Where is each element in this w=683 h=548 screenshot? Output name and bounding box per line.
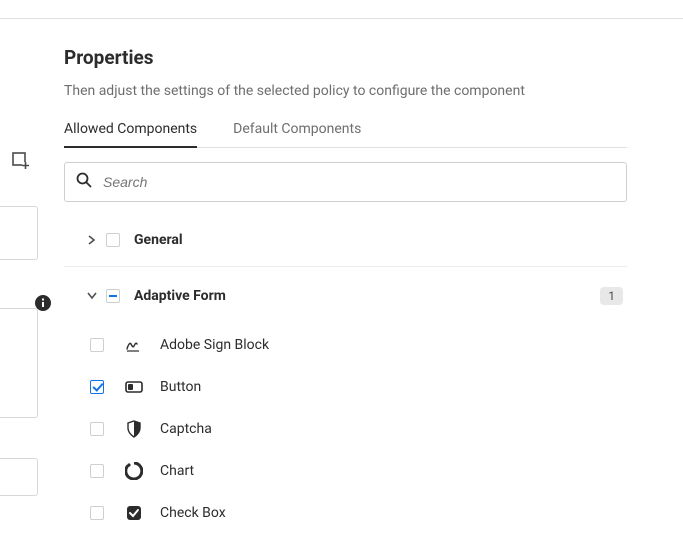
checkbox-general[interactable] <box>106 233 120 247</box>
tab-default-components[interactable]: Default Components <box>233 121 361 147</box>
rail-placeholder-1 <box>0 206 38 260</box>
checkbox-adobe-sign-block[interactable] <box>90 338 104 352</box>
search-icon <box>75 171 93 193</box>
item-label: Captcha <box>160 421 212 437</box>
left-rail <box>0 140 42 182</box>
checkbox-captcha[interactable] <box>90 422 104 436</box>
list-item: Captcha <box>64 408 627 450</box>
chart-icon <box>122 459 146 483</box>
item-label: Adobe Sign Block <box>160 337 269 353</box>
panel-subtitle: Then adjust the settings of the selected… <box>64 83 627 99</box>
properties-panel: Properties Then adjust the settings of t… <box>64 46 627 534</box>
group-adaptive-form: Adaptive Form 1 <box>64 274 627 318</box>
button-icon <box>122 375 146 399</box>
group-general: General <box>64 218 627 262</box>
rail-placeholder-3 <box>0 458 38 496</box>
rail-placeholder-2 <box>0 308 38 418</box>
group-label-general: General <box>134 232 183 248</box>
item-label: Button <box>160 379 201 395</box>
group-label-adaptive-form: Adaptive Form <box>134 288 226 304</box>
checkbox-adaptive-form[interactable] <box>106 289 120 303</box>
checkbox-check-box[interactable] <box>90 506 104 520</box>
chevron-down-icon[interactable] <box>80 284 104 308</box>
add-policy-icon[interactable] <box>0 140 42 182</box>
item-label: Check Box <box>160 505 226 521</box>
panel-title: Properties <box>64 46 627 69</box>
chevron-right-icon[interactable] <box>80 228 104 252</box>
list-item: Button <box>64 366 627 408</box>
shield-icon <box>122 417 146 441</box>
checkbox-chart[interactable] <box>90 464 104 478</box>
signature-icon <box>122 333 146 357</box>
search-input[interactable] <box>103 174 616 190</box>
search-box[interactable] <box>64 162 627 202</box>
tabs: Allowed Components Default Components <box>64 121 627 148</box>
checkbox-icon <box>122 501 146 525</box>
list-item: Chart <box>64 450 627 492</box>
top-divider <box>0 18 683 19</box>
count-badge: 1 <box>600 287 623 305</box>
list-item: Adobe Sign Block <box>64 324 627 366</box>
list-item: Check Box <box>64 492 627 534</box>
checkbox-button[interactable] <box>90 380 104 394</box>
component-tree: General Adaptive Form 1 Adobe Sign Block <box>64 218 627 534</box>
tab-allowed-components[interactable]: Allowed Components <box>64 121 197 147</box>
item-label: Chart <box>160 463 194 479</box>
